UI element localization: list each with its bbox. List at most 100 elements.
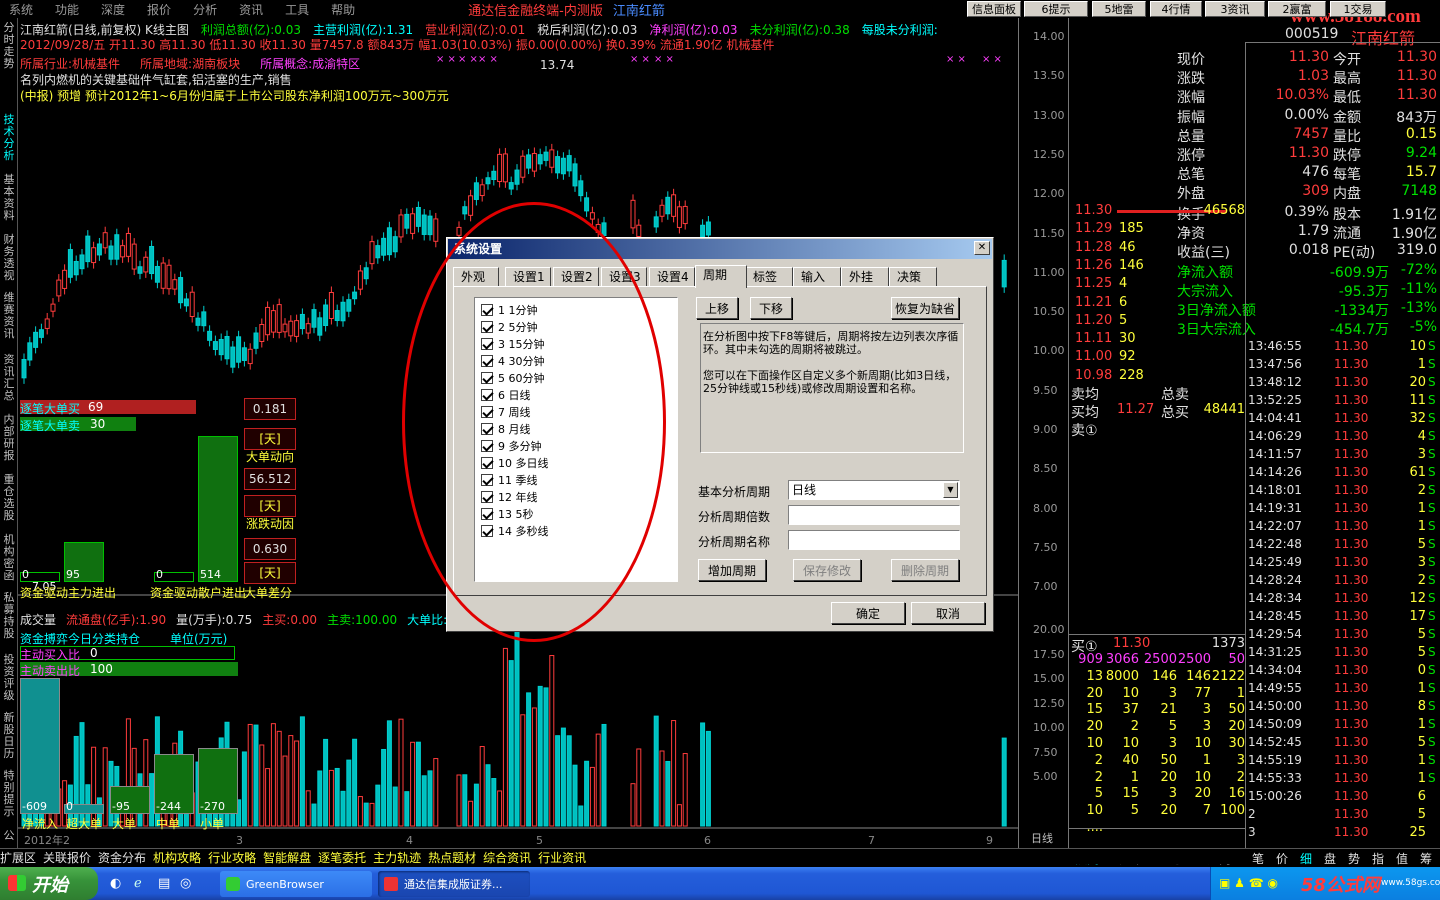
candle (178, 277, 184, 304)
close-icon[interactable]: ✕ (974, 241, 990, 255)
tick-tab-6[interactable]: 值 (1396, 850, 1408, 867)
bottom-tab-5[interactable]: 智能解盘 (263, 849, 311, 866)
left-tab-13[interactable]: 公 (2, 830, 16, 842)
menu-item-5[interactable]: 资讯 (239, 1, 263, 18)
candle (636, 224, 642, 237)
tick-price-4: 11.30 (1334, 411, 1369, 425)
ok-button[interactable]: 确定 (831, 602, 905, 624)
tick-tab-4[interactable]: 势 (1348, 850, 1360, 867)
menu-item-1[interactable]: 功能 (55, 1, 79, 18)
left-tab-11[interactable]: 新股日历 (2, 712, 16, 760)
price-axis-label-6: 11.00 (1033, 265, 1065, 279)
tick-side-23: S (1428, 753, 1436, 767)
candle (456, 226, 462, 236)
move-down-button[interactable]: 下移 (750, 297, 792, 319)
menu-item-4[interactable]: 分析 (193, 1, 217, 18)
toolbar-button-3[interactable]: 4行情 (1150, 1, 1202, 17)
candle (543, 151, 549, 161)
candle (340, 301, 346, 322)
period-name-input[interactable] (788, 530, 960, 550)
tick-tab-5[interactable]: 指 (1372, 850, 1384, 867)
tick-tab-2[interactable]: 细 (1300, 850, 1312, 867)
dialog-tab-6[interactable]: 标签 (745, 267, 793, 287)
menu-item-7[interactable]: 帮助 (331, 1, 355, 18)
order-price-5: 11.21 (1075, 294, 1113, 310)
bottom-tab-2[interactable]: 资金分布 (98, 849, 146, 866)
menu-item-0[interactable]: 系统 (9, 1, 33, 18)
left-tab-7[interactable]: 重仓选股 (2, 474, 16, 522)
save-changes-button[interactable]: 保存修改 (793, 559, 861, 581)
tick-tab-0[interactable]: 笔 (1252, 850, 1264, 867)
bottom-tab-7[interactable]: 主力轨迹 (373, 849, 421, 866)
tick-price-23: 11.30 (1334, 753, 1369, 767)
cancel-button[interactable]: 取消 (911, 602, 985, 624)
restore-default-button[interactable]: 恢复为缺省 (891, 297, 959, 319)
tick-tab-3[interactable]: 盘 (1324, 850, 1336, 867)
menu-item-6[interactable]: 工具 (285, 1, 309, 18)
left-tab-9[interactable]: 私募持股 (2, 592, 16, 640)
dialog-tab-4[interactable]: 设置4 (649, 267, 695, 287)
base-period-select[interactable]: 日线 ▼ (788, 480, 960, 500)
toolbar-button-1[interactable]: 6提示 (1024, 1, 1088, 17)
candle (1001, 259, 1007, 288)
bottom-tab-10[interactable]: 行业资讯 (538, 849, 586, 866)
left-tab-8[interactable]: 机构密函 (2, 534, 16, 582)
flow-value-3: -454.7万 (1329, 322, 1389, 338)
left-tab-10[interactable]: 投资评级 (2, 654, 16, 702)
browser-icon[interactable]: ℯ (134, 876, 142, 891)
taskbar-tdx-label: 通达信集成版证券... (404, 878, 503, 891)
dialog-tab-8[interactable]: 外挂 (841, 267, 889, 287)
dialog-tab-7[interactable]: 输入 (793, 267, 841, 287)
delete-period-button[interactable]: 删除周期 (891, 559, 959, 581)
toolbar-button-2[interactable]: 5地雷 (1092, 1, 1146, 17)
tick-tab-7[interactable]: 筹 (1420, 850, 1432, 867)
bottom-tab-4[interactable]: 行业攻略 (208, 849, 256, 866)
bottom-tab-0[interactable]: 扩展区 (0, 849, 36, 866)
ie-icon[interactable]: ◐ (110, 876, 121, 891)
left-tab-3[interactable]: 财务透视 (2, 234, 16, 282)
desktop-icon[interactable]: ▤ (158, 876, 170, 891)
start-button[interactable]: 开始 (0, 867, 98, 900)
bottom-tab-1[interactable]: 关联报价 (43, 849, 91, 866)
order-vol-0: 46568 (1203, 203, 1245, 218)
price-axis-label-11: 8.50 (1033, 462, 1058, 476)
toolbar-button-4[interactable]: 3资讯 (1205, 1, 1265, 17)
left-tab-4[interactable]: 维赛资讯 (2, 292, 16, 340)
candle (659, 204, 665, 217)
taskbar-tdx[interactable]: 通达信集成版证券... (378, 871, 530, 897)
dialog-tab-5[interactable]: 周期 (695, 265, 747, 288)
dialog-tab-9[interactable]: 决策 (889, 267, 937, 287)
left-tab-0[interactable]: 分时走势 (2, 22, 16, 70)
capital-bar-label-3: 中单 (156, 817, 181, 831)
candle (38, 329, 44, 338)
bottom-tab-3[interactable]: 机构攻略 (153, 849, 201, 866)
tick-vol-2: 20 (1409, 375, 1426, 390)
candle (253, 332, 259, 349)
move-up-button[interactable]: 上移 (696, 297, 738, 319)
bottom-tab-8[interactable]: 热点题材 (428, 849, 476, 866)
toolbar-button-5[interactable]: 2嬴富 (1268, 1, 1326, 17)
volume-bar (241, 751, 247, 827)
toolbar-button-0[interactable]: 信息面板 (967, 1, 1021, 17)
period-multiple-input[interactable] (788, 505, 960, 525)
bottom-tab-9[interactable]: 综合资讯 (483, 849, 531, 866)
left-tab-2[interactable]: 基本资料 (2, 174, 16, 222)
bottom-tab-6[interactable]: 逐笔委托 (318, 849, 366, 866)
tray-icons[interactable]: ▣ ♟ ☎ ◉ (1219, 876, 1278, 890)
taskbar-greenbrowser[interactable]: GreenBrowser (220, 871, 372, 897)
add-period-button[interactable]: 增加周期 (698, 559, 766, 581)
left-tab-6[interactable]: 内部研报 (2, 414, 16, 462)
menu-item-2[interactable]: 深度 (101, 1, 125, 18)
tick-tab-1[interactable]: 价 (1276, 850, 1288, 867)
left-tab-12[interactable]: 特别提示 (2, 770, 16, 818)
left-tab-5[interactable]: 资讯汇总 (2, 354, 16, 402)
menu-item-3[interactable]: 报价 (147, 1, 171, 18)
quicklaunch-icon[interactable]: ◎ (180, 876, 191, 891)
tick-vol-8: 2 (1417, 483, 1426, 498)
left-tab-1[interactable]: 技术分析 (2, 114, 16, 162)
toolbar-button-6[interactable]: 1交易 (1330, 1, 1386, 17)
base-period-label: 基本分析周期 (698, 485, 771, 499)
period-label[interactable]: 日线 (1031, 830, 1053, 846)
volume-bar (508, 660, 514, 827)
chevron-down-icon[interactable]: ▼ (943, 482, 958, 498)
